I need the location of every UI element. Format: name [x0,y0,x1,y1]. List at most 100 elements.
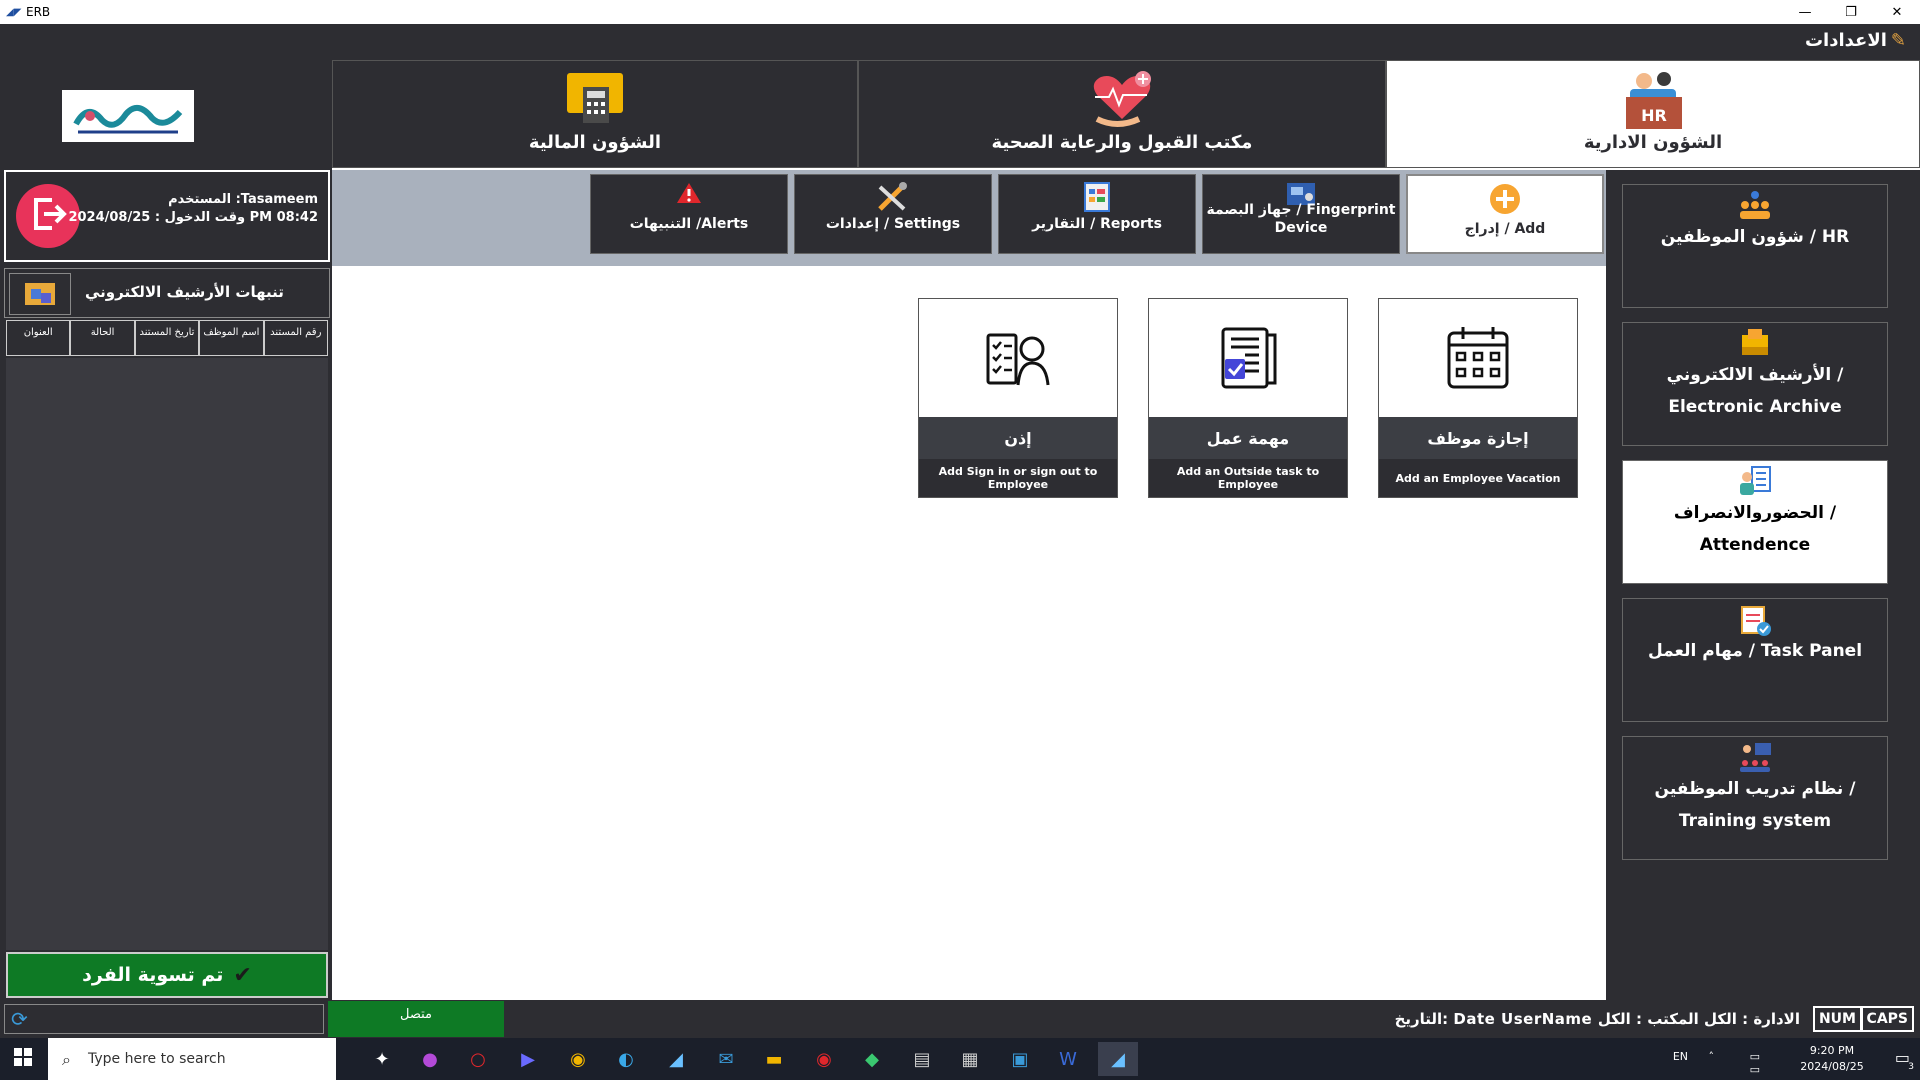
attendance-icon [1738,465,1772,501]
edge-icon[interactable]: ◐ [606,1042,646,1076]
card-title: مهمة عمل [1149,417,1347,459]
column-header[interactable]: العنوان [5,320,71,356]
archive-alerts-table-body[interactable] [6,358,328,950]
search-icon: ⌕ [62,1050,71,1069]
status-bar: ⟳ متصل التاريخ: Date UserName الادارة : … [0,1000,1920,1038]
heart-care-icon [1087,67,1157,135]
right-menu-hr[interactable]: شؤون الموظفين / HR [1622,184,1888,308]
clock-time[interactable]: 9:20 PM [1792,1044,1872,1057]
card-title: إجازة موظف [1379,417,1577,459]
taskbar-app-icon[interactable]: ▶ [508,1042,548,1076]
chrome-icon[interactable]: ◉ [558,1042,598,1076]
calculator-icon[interactable]: ▦ [950,1042,990,1076]
opera-icon[interactable]: ○ [458,1042,498,1076]
subnav-fingerprint[interactable]: جهاز البصمة / Fingerprint Device [1202,174,1400,254]
archive-icon [1738,327,1772,363]
card-title: إذن [919,417,1117,459]
user-name: المستخدم :Tasameem [168,192,318,207]
subnav-reports[interactable]: التقارير / Reports [998,174,1196,254]
card-outside-task[interactable]: مهمة عمل Add an Outside task to Employee [1148,298,1348,498]
right-menu-tasks[interactable]: مهام العمل / Task Panel [1622,598,1888,722]
employees-icon [1737,189,1773,225]
subnav-alerts[interactable]: التنبيهات /Alerts [590,174,788,254]
subnav-fingerprint-label: جهاز البصمة / Fingerprint Device [1206,202,1396,236]
reports-icon [1083,181,1111,217]
subnav-alerts-label: التنبيهات /Alerts [629,216,749,232]
column-header[interactable]: رقم المستند [263,320,328,356]
taskbar-app-icon[interactable]: ◆ [852,1042,892,1076]
wrench-icon: ✎ [1890,30,1906,51]
taskbar-app-icon[interactable]: ▣ [1000,1042,1040,1076]
column-header[interactable]: تاريخ المستند [134,320,200,356]
user-info-box: المستخدم :Tasameem وقت الدخول : 2024/08/… [4,170,330,262]
right-menu-training[interactable]: نظام تدريب الموظفين / Training system [1622,736,1888,860]
restore-icon[interactable]: ❐ [1828,0,1874,24]
connection-status: متصل [328,1001,504,1037]
right-menu-tasks-label: مهام العمل / Task Panel [1647,641,1863,661]
task-document-icon [1149,299,1347,417]
word-icon[interactable]: W [1048,1042,1088,1076]
taskbar-app-icon-active[interactable]: ◢ [1098,1042,1138,1076]
windows-icon [14,1048,32,1070]
top-nav-healthcare[interactable]: مكتب القبول والرعاية الصحية [858,60,1386,168]
calendar-icon [1379,299,1577,417]
subnav-reports-label: التقارير / Reports [1032,216,1162,232]
top-nav-admin[interactable]: HR الشؤون الادارية [1386,60,1920,168]
mail-icon[interactable]: ✉ [706,1042,746,1076]
window-controls: — ❐ ✕ [1782,0,1920,24]
warning-icon [676,181,702,209]
right-menu-attendance[interactable]: الحضوروالانصراف / Attendence [1622,460,1888,584]
subnav-add[interactable]: إدراج / Add [1406,174,1604,254]
top-nav-healthcare-label: مكتب القبول والرعاية الصحية [991,132,1253,153]
hr-icon: HR [1618,67,1688,137]
minimize-icon[interactable]: — [1782,0,1828,24]
card-permission[interactable]: إذن Add Sign in or sign out to Employee [918,298,1118,498]
archive-folder-icon [9,273,71,315]
right-menu-hr-label: شؤون الموظفين / HR [1660,227,1850,247]
settings-menu[interactable]: الاعدادات ✎ [1805,30,1906,51]
card-description: Add an Employee Vacation [1379,459,1577,497]
top-nav-finance[interactable]: الشؤون المالية [332,60,858,168]
app-logo-icon: ◢◤ [6,7,22,18]
login-time: وقت الدخول : 2024/08/25 PM 08:42 [68,210,318,225]
windows-taskbar: ⌕ Type here to search ✦ ● ○ ▶ ◉ ◐ ◢ ✉ ▬ … [0,1038,1920,1089]
close-icon[interactable]: ✕ [1874,0,1920,24]
top-navigation: الشؤون المالية مكتب القبول والرعاية الصح… [332,60,1920,170]
tools-icon [876,181,910,217]
subnav-add-label: إدراج / Add [1464,221,1546,237]
card-employee-vacation[interactable]: إجازة موظف Add an Employee Vacation [1378,298,1578,498]
company-logo [62,90,194,142]
file-explorer-icon[interactable]: ▬ [754,1042,794,1076]
logout-icon [28,194,68,238]
clock-date[interactable]: 2024/08/25 [1792,1060,1872,1073]
right-menu-archive-label: الأرشيف الالكتروني / Electronic Archive [1666,365,1844,417]
taskbar-app-icon[interactable]: ✦ [362,1042,402,1076]
checkmark-icon: ✔ [233,962,252,988]
notification-count: 3 [1908,1062,1914,1072]
taskbar-app-icon[interactable]: ▤ [902,1042,942,1076]
language-indicator[interactable]: EN [1673,1050,1688,1063]
tray-chevron-icon[interactable]: ˄ [1709,1050,1715,1063]
settled-button[interactable]: تم تسوية الفرد ✔ [6,952,328,998]
taskbar-search-box[interactable]: ⌕ Type here to search [48,1038,336,1080]
refresh-button[interactable]: ⟳ [4,1004,324,1034]
taskbar-app-icon[interactable]: ● [410,1042,450,1076]
column-header[interactable]: اسم الموظف [199,320,264,356]
right-menu-archive[interactable]: الأرشيف الالكتروني / Electronic Archive [1622,322,1888,446]
start-button[interactable] [0,1038,46,1080]
plus-icon [1488,182,1522,220]
taskbar-app-icon[interactable]: ◉ [804,1042,844,1076]
subnav-settings[interactable]: إعدادات / Settings [794,174,992,254]
card-description: Add an Outside task to Employee [1149,459,1347,497]
settings-menu-label: الاعدادات [1804,30,1887,51]
archive-alerts-header: تنبهات الأرشيف الالكتروني [4,268,330,318]
window-titlebar: ◢◤ ERB — ❐ ✕ [0,0,1920,24]
top-nav-admin-label: الشؤون الادارية [1583,132,1723,153]
column-header[interactable]: الحالة [70,320,135,356]
taskbar-app-icon[interactable]: ◢ [656,1042,696,1076]
tray-icons[interactable]: ▭ ▭ ▭ [1750,1050,1760,1089]
archive-alerts-title: تنبهات الأرشيف الالكتروني [85,283,284,301]
archive-alerts-table-header: رقم المستند اسم الموظف تاريخ المستند الح… [5,320,328,356]
checklist-person-icon [919,299,1117,417]
svg-text:HR: HR [1641,106,1667,125]
